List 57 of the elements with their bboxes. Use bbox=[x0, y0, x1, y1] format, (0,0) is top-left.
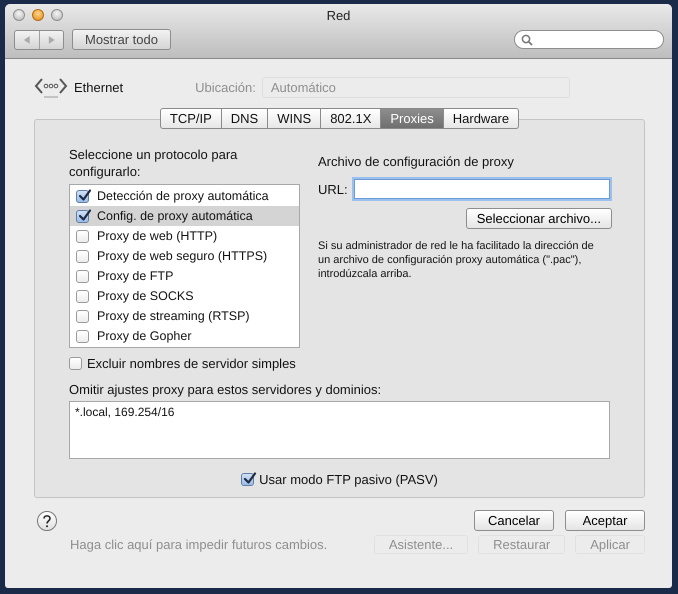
choose-file-button[interactable]: Seleccionar archivo... bbox=[466, 208, 612, 229]
tab[interactable]: Proxies bbox=[381, 108, 444, 129]
checkbox[interactable] bbox=[241, 473, 254, 486]
checkbox[interactable] bbox=[76, 210, 89, 222]
help-button[interactable] bbox=[37, 510, 57, 530]
minimize-button[interactable] bbox=[32, 9, 44, 21]
protocol-row[interactable]: Proxy de web (HTTP) bbox=[70, 226, 299, 246]
protocol-label: Proxy de FTP bbox=[97, 269, 174, 283]
protocol-label: Proxy de SOCKS bbox=[97, 289, 194, 303]
search-icon bbox=[521, 34, 533, 46]
help-text: Si su administrador de red le ha facilitado la dirección de un archivo de configuración proxy automática (".pac"), introdúzcala arriba. bbox=[318, 239, 595, 281]
tab[interactable]: WINS bbox=[268, 108, 322, 129]
protocol-row[interactable]: Config. de proxy automática bbox=[70, 206, 299, 226]
url-field[interactable] bbox=[354, 179, 610, 199]
ok-button[interactable]: Aceptar bbox=[565, 510, 645, 531]
checkbox[interactable] bbox=[76, 270, 89, 282]
protocol-label: Proxy de web (HTTP) bbox=[97, 229, 218, 243]
window-title: Red bbox=[326, 8, 352, 22]
checkbox[interactable] bbox=[76, 230, 89, 242]
show-all-button[interactable]: Mostrar todo bbox=[72, 29, 171, 50]
protocol-row[interactable]: Detección de proxy automática bbox=[70, 186, 299, 206]
checkbox[interactable] bbox=[76, 190, 89, 202]
protocol-row[interactable]: Proxy de web seguro (HTTPS) bbox=[70, 246, 299, 266]
checkbox[interactable] bbox=[76, 250, 89, 262]
protocol-row[interactable]: Proxy de FTP bbox=[70, 266, 299, 286]
protocol-row[interactable]: Proxy de Gopher bbox=[70, 326, 299, 346]
zoom-button[interactable] bbox=[51, 9, 63, 21]
checkbox[interactable] bbox=[76, 330, 89, 342]
close-button[interactable] bbox=[13, 9, 25, 21]
back-forward-control[interactable] bbox=[14, 30, 64, 50]
tab[interactable]: DNS bbox=[222, 108, 268, 129]
protocol-row[interactable]: Proxy de streaming (RTSP) bbox=[70, 306, 299, 326]
tab[interactable]: Hardware bbox=[444, 108, 520, 129]
checkbox-label: Excluir nombres de servidor simples bbox=[87, 356, 296, 371]
cancel-button[interactable]: Cancelar bbox=[474, 510, 554, 531]
checkbox-label: Usar modo FTP pasivo (PASV) bbox=[259, 472, 438, 487]
service-name: Ethernet bbox=[74, 80, 124, 94]
protocol-label: Proxy de web seguro (HTTPS) bbox=[97, 249, 268, 263]
checkbox[interactable] bbox=[76, 310, 89, 322]
lock-text: Haga clic aquí para impedir futuros cambios. bbox=[70, 537, 328, 552]
section-title: Archivo de configuración de proxy bbox=[318, 154, 515, 169]
protocol-list-label: Seleccione un protocolo para configurarlo: bbox=[69, 146, 238, 180]
tab[interactable]: 802.1X bbox=[321, 108, 382, 129]
protocol-row[interactable]: Proxy de SOCKS bbox=[70, 286, 299, 306]
bypass-label: Omitir ajustes proxy para estos servidores y dominios: bbox=[69, 382, 382, 397]
url-label: URL: bbox=[318, 182, 348, 196]
protocol-label: Detección de proxy automática bbox=[97, 189, 269, 203]
question-mark-icon bbox=[42, 514, 52, 528]
checkbox[interactable] bbox=[69, 357, 82, 370]
protocol-label: Config. de proxy automática bbox=[97, 209, 253, 223]
protocol-label: Proxy de Gopher bbox=[97, 329, 192, 343]
location-label: Ubicación: bbox=[195, 80, 256, 94]
protocol-label: Proxy de streaming (RTSP) bbox=[97, 309, 250, 323]
tab[interactable]: TCP/IP bbox=[160, 108, 222, 129]
search-field[interactable] bbox=[514, 30, 664, 49]
bypass-field[interactable]: *.local, 169.254/16 bbox=[69, 401, 610, 459]
checkbox[interactable] bbox=[76, 290, 89, 302]
